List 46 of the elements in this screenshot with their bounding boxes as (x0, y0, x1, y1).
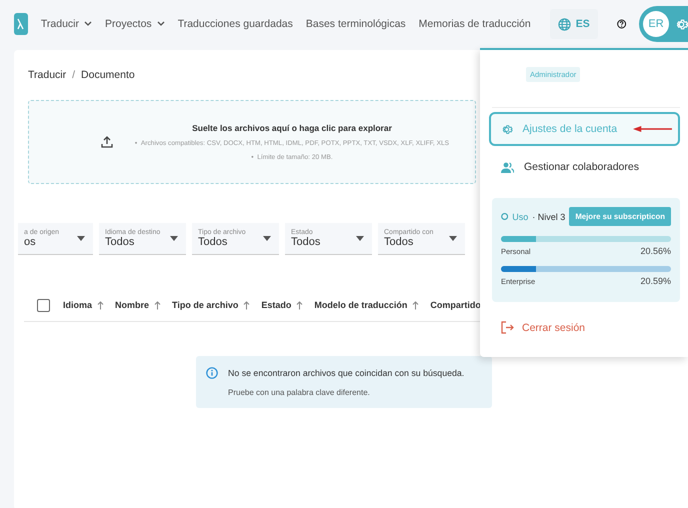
nav-item[interactable]: Bases terminológicas (306, 18, 406, 30)
caret-down-icon (356, 236, 364, 241)
logout-button[interactable]: Cerrar sesión (501, 321, 586, 334)
breadcrumb-separator: / (72, 69, 76, 81)
breadcrumb-item[interactable]: Traducir (28, 69, 66, 81)
logo-icon[interactable] (14, 13, 28, 35)
info-icon (206, 366, 218, 379)
gear-icon (675, 18, 688, 30)
gear-icon (501, 122, 512, 136)
user-avatar: ER (643, 11, 669, 37)
sort-arrow-icon (412, 300, 420, 310)
column-header[interactable]: Nombre (115, 300, 162, 310)
column-header[interactable]: Modelo de traducción (314, 300, 420, 310)
sort-arrow-icon (154, 300, 162, 310)
meter-reading: 20.56% (640, 246, 671, 256)
circle-icon (501, 212, 508, 221)
nav-item[interactable]: Memorias de traducción (418, 18, 531, 30)
caret-down-icon (170, 236, 178, 241)
logout-icon (501, 321, 514, 334)
nav-item[interactable]: Traducciones guardadas (178, 18, 293, 30)
sort-arrow-icon (97, 300, 104, 310)
select-all-checkbox[interactable] (37, 298, 50, 312)
people-icon (501, 162, 514, 172)
caret-down-icon (77, 236, 85, 241)
meter-reading: 20.59% (640, 276, 671, 286)
column-header[interactable]: Estado (261, 300, 304, 310)
help-icon[interactable] (616, 17, 626, 31)
breadcrumb-item[interactable]: Documento (81, 69, 135, 81)
empty-hint: Pruebe con una palabra clave diferente. (228, 388, 371, 398)
upload-icon (101, 136, 113, 148)
menu-item[interactable]: Gestionar colaboradores (489, 150, 680, 184)
globe-icon (558, 18, 571, 30)
column-header[interactable]: Tipo de archivo (172, 300, 250, 310)
column-header[interactable]: Compartido (430, 300, 481, 310)
nav-item[interactable]: Traducir (40, 18, 92, 30)
caret-down-icon (449, 236, 457, 241)
sort-arrow-icon (243, 300, 250, 310)
dropzone-title: Suelte los archivos aquí o haga clic para explorar (192, 123, 392, 133)
arrow-icon (633, 125, 672, 133)
empty-title: No se encontraron archivos que coincidan con su búsqueda. (228, 368, 466, 378)
usage-level-text: · Nivel 3 (532, 212, 566, 222)
caret-down-icon (263, 236, 271, 241)
nav-item[interactable]: Proyectos (105, 18, 165, 30)
column-header[interactable]: Idioma (63, 300, 104, 310)
usage-label: Uso (512, 212, 528, 222)
sort-arrow-icon (296, 300, 304, 310)
